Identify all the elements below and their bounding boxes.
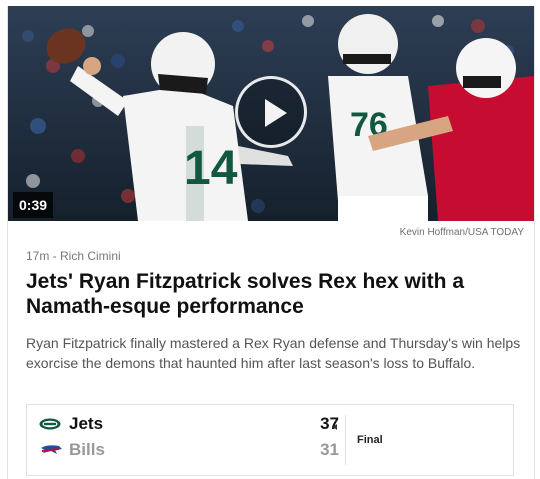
jets-logo-icon [39, 418, 61, 430]
scoreboard-divider [345, 415, 346, 465]
play-button[interactable] [235, 76, 307, 148]
team-name: Jets [69, 414, 104, 433]
play-icon [265, 99, 287, 127]
article-summary: Ryan Fitzpatrick finally mastered a Rex … [26, 335, 521, 371]
team-name: Bills [69, 440, 105, 459]
video-duration: 0:39 [13, 192, 54, 218]
team-score: 31 [320, 440, 339, 459]
game-scoreboard[interactable]: Jets 37 Bills 31 Final [26, 404, 514, 476]
bills-logo-icon [41, 445, 62, 454]
team-row-jets: Jets 37 [39, 412, 339, 438]
story-card: 14 76 0:39 Kevin Hoffman/USA TODAY 17m -… [7, 6, 535, 479]
game-status: Final [357, 434, 383, 446]
video-thumbnail[interactable]: 14 76 0:39 [8, 6, 534, 221]
photo-credit: Kevin Hoffman/USA TODAY [399, 227, 524, 238]
winner-indicator-icon [333, 424, 337, 430]
qb-jersey-number: 14 [184, 142, 238, 195]
team-row-bills: Bills 31 [39, 438, 339, 464]
article-meta: 17m - Rich Cimini [26, 249, 121, 263]
article-headline[interactable]: Jets' Ryan Fitzpatrick solves Rex hex wi… [26, 269, 521, 319]
